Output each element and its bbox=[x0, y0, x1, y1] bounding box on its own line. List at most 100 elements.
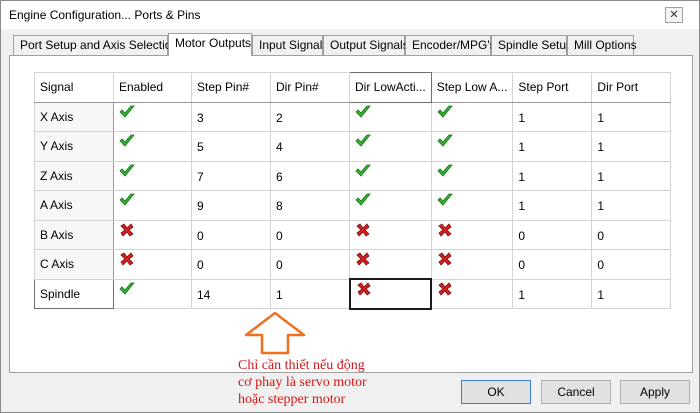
table-row[interactable]: X Axis 3 2 1 1 bbox=[34, 101, 672, 132]
dir-low-active-cell[interactable] bbox=[349, 190, 432, 221]
table-row[interactable]: Y Axis 5 4 1 1 bbox=[34, 131, 672, 162]
table-row[interactable]: C Axis 0 0 0 0 bbox=[34, 249, 672, 280]
cross-icon bbox=[356, 282, 372, 299]
row-header-signal[interactable]: C Axis bbox=[34, 249, 114, 280]
check-icon bbox=[119, 282, 135, 299]
step-port-cell[interactable]: 0 bbox=[512, 249, 593, 280]
close-icon: ✕ bbox=[669, 9, 679, 21]
col-header-signal[interactable]: Signal bbox=[34, 72, 114, 103]
row-header-signal[interactable]: Z Axis bbox=[34, 160, 114, 191]
step-port-cell[interactable]: 1 bbox=[512, 278, 593, 309]
check-icon bbox=[119, 105, 135, 122]
row-header-signal[interactable]: A Axis bbox=[34, 190, 114, 221]
tab-output-signals[interactable]: Output Signals bbox=[323, 35, 409, 55]
step-pin-cell[interactable]: 7 bbox=[191, 160, 271, 191]
dir-pin-cell[interactable]: 4 bbox=[270, 131, 350, 162]
enabled-cell[interactable] bbox=[113, 249, 192, 280]
close-button[interactable]: ✕ bbox=[665, 7, 683, 23]
cross-icon bbox=[355, 222, 371, 240]
row-header-signal[interactable]: X Axis bbox=[34, 101, 114, 132]
check-icon bbox=[119, 134, 135, 151]
tab-port-setup[interactable]: Port Setup and Axis Selection bbox=[13, 35, 178, 55]
cross-icon bbox=[437, 222, 453, 240]
col-header-step-pin[interactable]: Step Pin# bbox=[191, 72, 271, 103]
cancel-button[interactable]: Cancel bbox=[541, 380, 611, 404]
step-port-cell[interactable]: 1 bbox=[512, 190, 593, 221]
dir-low-active-cell[interactable] bbox=[349, 219, 432, 250]
step-port-cell[interactable]: 0 bbox=[512, 219, 593, 250]
table-row[interactable]: A Axis 9 8 1 1 bbox=[34, 190, 672, 221]
apply-button[interactable]: Apply bbox=[620, 380, 690, 404]
dir-pin-cell[interactable]: 0 bbox=[270, 249, 350, 280]
dir-port-cell[interactable]: 1 bbox=[591, 190, 672, 221]
dir-port-cell[interactable]: 1 bbox=[591, 278, 672, 309]
ok-button[interactable]: OK bbox=[461, 380, 531, 404]
tab-motor-outputs[interactable]: Motor Outputs bbox=[168, 33, 252, 56]
step-pin-cell[interactable]: 14 bbox=[191, 278, 271, 309]
dir-pin-cell[interactable]: 1 bbox=[270, 278, 350, 309]
dir-port-cell[interactable]: 0 bbox=[591, 249, 672, 280]
enabled-cell[interactable] bbox=[113, 160, 192, 191]
dir-low-active-cell[interactable] bbox=[349, 101, 432, 132]
step-pin-cell[interactable]: 3 bbox=[191, 101, 271, 132]
dir-low-active-cell[interactable] bbox=[349, 249, 432, 280]
dir-pin-cell[interactable]: 8 bbox=[270, 190, 350, 221]
check-icon bbox=[355, 193, 371, 210]
step-port-cell[interactable]: 1 bbox=[512, 131, 593, 162]
col-header-dir-port[interactable]: Dir Port bbox=[591, 72, 672, 103]
step-low-active-cell[interactable] bbox=[430, 278, 514, 309]
tab-input-signals[interactable]: Input Signals bbox=[252, 35, 328, 55]
check-icon bbox=[355, 134, 371, 151]
col-header-dir-low-active[interactable]: Dir LowActi... bbox=[349, 72, 432, 103]
table-row[interactable]: B Axis 0 0 0 0 bbox=[34, 219, 672, 250]
step-pin-cell[interactable]: 0 bbox=[191, 219, 271, 250]
dir-low-active-cell[interactable] bbox=[349, 160, 432, 191]
enabled-cell[interactable] bbox=[113, 219, 192, 250]
col-header-dir-pin[interactable]: Dir Pin# bbox=[270, 72, 350, 103]
step-pin-cell[interactable]: 9 bbox=[191, 190, 271, 221]
tab-label: Spindle Setup bbox=[498, 38, 573, 52]
dir-port-cell[interactable]: 1 bbox=[591, 131, 672, 162]
up-arrow-icon bbox=[244, 311, 306, 355]
step-low-active-cell[interactable] bbox=[430, 219, 514, 250]
check-icon bbox=[119, 193, 135, 210]
dir-port-cell[interactable]: 1 bbox=[591, 101, 672, 132]
step-port-cell[interactable]: 1 bbox=[512, 160, 593, 191]
step-low-active-cell[interactable] bbox=[430, 101, 514, 132]
enabled-cell[interactable] bbox=[113, 278, 192, 309]
dir-low-active-cell[interactable] bbox=[348, 278, 433, 310]
step-pin-cell[interactable]: 5 bbox=[191, 131, 271, 162]
row-header-signal[interactable]: B Axis bbox=[34, 219, 114, 250]
dir-pin-cell[interactable]: 6 bbox=[270, 160, 350, 191]
tab-label: Input Signals bbox=[259, 38, 329, 52]
engine-config-window: Engine Configuration... Ports & Pins ✕ P… bbox=[0, 0, 700, 413]
step-pin-cell[interactable]: 0 bbox=[191, 249, 271, 280]
tab-mill-options[interactable]: Mill Options bbox=[567, 35, 637, 55]
window-title: Engine Configuration... Ports & Pins bbox=[9, 8, 201, 22]
dir-port-cell[interactable]: 1 bbox=[591, 160, 672, 191]
enabled-cell[interactable] bbox=[113, 190, 192, 221]
dir-low-active-cell[interactable] bbox=[349, 131, 432, 162]
step-low-active-cell[interactable] bbox=[430, 190, 514, 221]
dir-pin-cell[interactable]: 2 bbox=[270, 101, 350, 132]
enabled-cell[interactable] bbox=[113, 131, 192, 162]
cross-icon bbox=[437, 252, 453, 269]
dir-pin-cell[interactable]: 0 bbox=[270, 219, 350, 250]
dir-port-cell[interactable]: 0 bbox=[591, 219, 672, 250]
table-row[interactable]: Spindle 14 1 1 1 bbox=[34, 278, 672, 310]
step-port-cell[interactable]: 1 bbox=[512, 101, 593, 132]
annotation-line: Chỉ cần thiết nếu động bbox=[238, 358, 365, 373]
annotation-note: Chỉ cần thiết nếu động cơ phay là servo … bbox=[238, 357, 367, 408]
row-header-signal[interactable]: Spindle bbox=[34, 278, 114, 309]
row-header-signal[interactable]: Y Axis bbox=[34, 131, 114, 162]
col-header-step-low-active[interactable]: Step Low A... bbox=[430, 72, 514, 103]
step-low-active-cell[interactable] bbox=[430, 160, 514, 191]
step-low-active-cell[interactable] bbox=[430, 249, 514, 280]
col-header-enabled[interactable]: Enabled bbox=[113, 72, 192, 103]
col-header-step-port[interactable]: Step Port bbox=[512, 72, 593, 103]
table-row[interactable]: Z Axis 7 6 1 1 bbox=[34, 160, 672, 191]
tab-spindle-setup[interactable]: Spindle Setup bbox=[491, 35, 573, 55]
enabled-cell[interactable] bbox=[113, 101, 192, 132]
tab-encoder-mpg[interactable]: Encoder/MPG's bbox=[405, 35, 496, 55]
step-low-active-cell[interactable] bbox=[430, 131, 514, 162]
